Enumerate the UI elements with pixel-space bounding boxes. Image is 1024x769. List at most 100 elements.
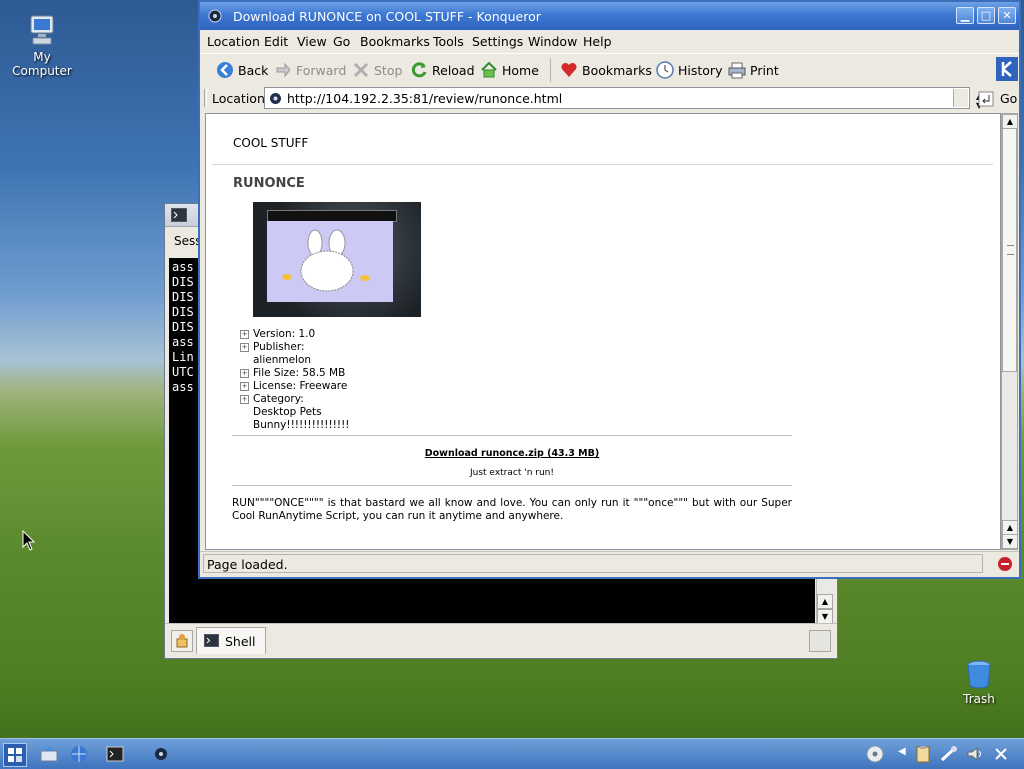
location-bar: Location: http://104.192.2.35:81/review/… (200, 85, 1019, 112)
minimize-icon: ▁ (960, 9, 970, 22)
konqueror-icon[interactable] (70, 745, 88, 763)
bunny-icon (282, 229, 370, 292)
minimize-button[interactable]: ▁ (956, 7, 974, 24)
app-info-list: + Version: 1.0 + Publisher: alienmelon + Fi… (240, 328, 350, 432)
back-label: Back (238, 62, 269, 78)
security-icon[interactable] (996, 555, 1014, 573)
url-history-dropdown[interactable]: ▲▼ (953, 89, 982, 110)
maximize-icon: □ (980, 9, 992, 22)
kde-logo-icon (1001, 61, 1012, 77)
heart-bookmark-icon (561, 62, 577, 77)
main-toolbar: Back Forward Stop Reload Home Bookmarks … (200, 53, 1019, 86)
stop-icon (353, 62, 369, 78)
url-input[interactable]: http://104.192.2.35:81/review/runonce.ht… (264, 87, 982, 110)
close-session-button[interactable] (809, 630, 831, 652)
scroll-down-button[interactable]: ▼ (1002, 534, 1018, 549)
volume-icon[interactable] (966, 745, 984, 763)
maximize-button[interactable]: □ (977, 7, 995, 24)
reload-button[interactable]: Reload (410, 60, 475, 80)
category-label: Category: (253, 393, 304, 405)
printer-icon (728, 62, 746, 79)
konqueror-task-icon[interactable] (152, 745, 170, 763)
my-computer-icon[interactable]: My Computer (2, 14, 82, 78)
menu-location[interactable]: Location (207, 34, 260, 49)
terminal-icon (171, 208, 187, 222)
new-session-icon (176, 634, 188, 648)
scrollbar-thumb[interactable] (1002, 128, 1017, 372)
menu-edit[interactable]: Edit (264, 34, 288, 49)
menu-window[interactable]: Window (528, 34, 577, 49)
konqueror-throbber (996, 57, 1018, 81)
expand-icon: + (240, 382, 249, 391)
tray-collapse-arrow-icon[interactable]: ◀ (898, 746, 906, 757)
home-folder-icon[interactable] (40, 745, 58, 763)
network-icon[interactable] (940, 745, 958, 763)
go-button[interactable]: Go (978, 88, 1020, 110)
site-name[interactable]: COOL STUFF (233, 136, 308, 150)
clock-history-icon (656, 61, 674, 79)
scroll-down-button[interactable]: ▼ (817, 609, 833, 624)
hide-panel-icon[interactable] (992, 745, 1010, 763)
start-menu-button[interactable] (3, 743, 27, 767)
close-button[interactable]: ✕ (998, 7, 1016, 24)
download-divider-top (232, 435, 792, 436)
back-button[interactable]: Back (216, 60, 268, 80)
clipboard-icon[interactable] (914, 745, 932, 763)
print-button[interactable]: Print (728, 60, 779, 80)
page-gear-icon (270, 93, 281, 104)
terminal-icon (204, 634, 219, 647)
menu-tools[interactable]: Tools (433, 34, 464, 49)
go-arrow-icon (978, 91, 994, 107)
list-item: Bunny!!!!!!!!!!!!!!! (240, 419, 350, 432)
screenshot-window (267, 221, 393, 302)
terminal-icon[interactable] (106, 745, 124, 763)
menu-bookmarks[interactable]: Bookmarks (360, 34, 430, 49)
history-label: History (678, 62, 723, 78)
file-size-text: File Size: 58.5 MB (253, 367, 346, 379)
window-title: Download RUNONCE on COOL STUFF - Konquer… (233, 9, 541, 24)
menubar: Location Edit View Go Bookmarks Tools Se… (200, 30, 1019, 52)
scroll-up-button[interactable]: ▲ (1002, 114, 1018, 129)
menu-view[interactable]: View (297, 34, 327, 49)
history-button[interactable]: History (656, 60, 722, 80)
stop-button[interactable]: Stop (352, 60, 402, 80)
trash-desktop-icon[interactable]: Trash (939, 660, 1019, 706)
page-title: RUNONCE (233, 176, 305, 191)
url-text: http://104.192.2.35:81/review/runonce.ht… (287, 91, 563, 106)
status-field: Page loaded. (203, 554, 983, 573)
expand-icon: + (240, 343, 249, 352)
list-item: + Version: 1.0 (240, 328, 350, 341)
konqueror-window[interactable]: Download RUNONCE on COOL STUFF - Konquer… (198, 0, 1021, 579)
menu-go[interactable]: Go (333, 34, 350, 49)
menu-help[interactable]: Help (583, 34, 612, 49)
status-text: Page loaded. (207, 557, 288, 572)
bookmarks-button[interactable]: Bookmarks (560, 60, 652, 80)
forward-button[interactable]: Forward (274, 60, 346, 80)
titlebar[interactable]: Download RUNONCE on COOL STUFF - Konquer… (200, 2, 1019, 30)
menu-settings[interactable]: Settings (472, 34, 523, 49)
scroll-up-button-2[interactable]: ▲ (1002, 520, 1018, 535)
download-link[interactable]: Download runonce.zip (43.3 MB) (232, 448, 792, 459)
list-item: + Publisher: (240, 341, 350, 354)
toolbar-separator (550, 58, 551, 82)
reload-icon (411, 62, 427, 78)
status-bar: Page loaded. (200, 551, 1019, 576)
my-computer-label: My Computer (12, 50, 72, 78)
list-item: + Category: (240, 393, 350, 406)
home-icon (481, 61, 497, 78)
download-divider-bottom (232, 485, 792, 486)
print-label: Print (750, 62, 779, 78)
konqueror-gear-icon (208, 9, 222, 23)
version-text: Version: 1.0 (253, 328, 316, 340)
page-scrollbar[interactable]: ▲ ▲ ▼ (1001, 113, 1018, 550)
home-button[interactable]: Home (480, 60, 539, 80)
new-session-button[interactable] (171, 630, 193, 652)
page-viewport[interactable]: COOL STUFF RUNONCE + Version: 1.0 + Publis… (205, 113, 1001, 550)
go-label: Go (1000, 91, 1018, 106)
computer-icon (30, 15, 54, 45)
forward-arrow-icon (276, 62, 291, 78)
scroll-up-button[interactable]: ▲ (817, 594, 833, 609)
tab-shell[interactable]: Shell (196, 627, 266, 654)
download-note: Just extract 'n run! (470, 468, 554, 478)
cd-icon[interactable] (866, 745, 884, 763)
